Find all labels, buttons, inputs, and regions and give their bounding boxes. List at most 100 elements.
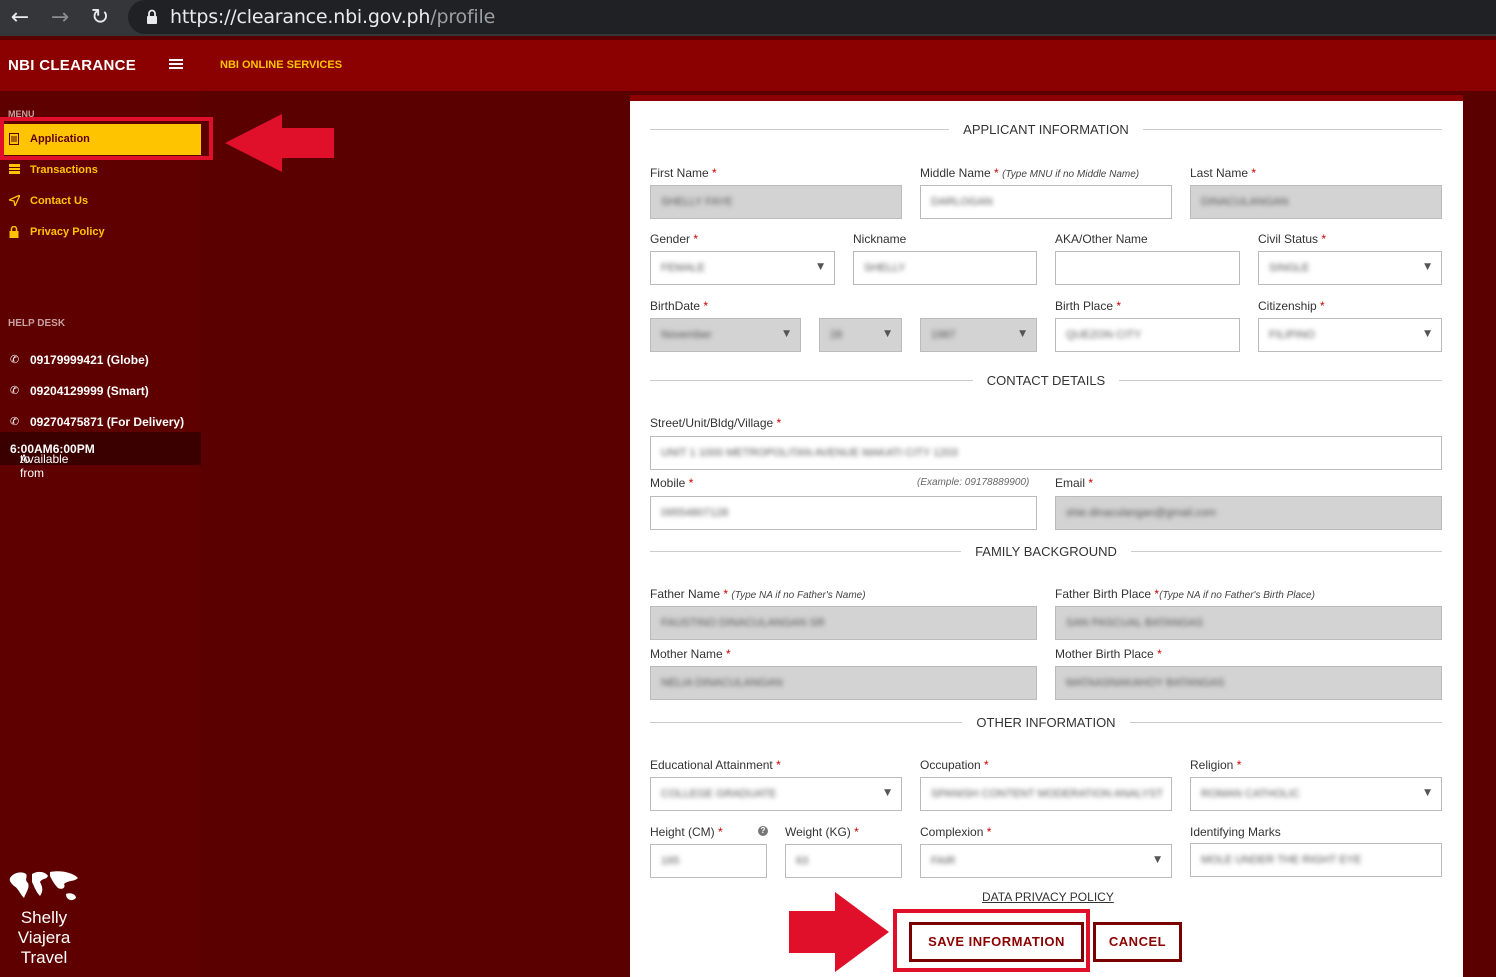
occupation-label: Occupation * [920, 758, 989, 772]
sidebar: MENU Application Transactions Contact Us… [0, 91, 201, 977]
chevron-down-icon: ▼ [783, 329, 790, 339]
brand-title: NBI CLEARANCE [8, 57, 137, 74]
occupation-field[interactable]: SPANISH CONTENT MODERATION ANALYST [920, 777, 1172, 811]
hamburger-menu-icon[interactable] [169, 59, 183, 70]
education-label: Educational Attainment * [650, 758, 781, 772]
chevron-down-icon: ▼ [817, 262, 824, 272]
civil-status-select[interactable]: SINGLE ▼ [1258, 251, 1442, 285]
help-desk-title: HELP DESK [8, 318, 66, 329]
availability-box: Available from 6:00AM to 6:00PM [0, 432, 201, 480]
last-name-label: Last Name * [1190, 166, 1257, 180]
weight-field[interactable]: 63 [785, 844, 902, 878]
forward-arrow-icon[interactable]: → [46, 4, 74, 32]
middle-name-field[interactable]: DARLOGAN [920, 185, 1172, 219]
birth-month-select[interactable]: November ▼ [650, 318, 801, 352]
section-other-information: OTHER INFORMATION [650, 713, 1442, 733]
father-birth-place-label: Father Birth Place *(Type NA if no Fathe… [1055, 587, 1315, 601]
nbi-online-services-link[interactable]: NBI ONLINE SERVICES [220, 59, 342, 71]
weight-label: Weight (KG) * [785, 825, 859, 839]
chevron-down-icon: ▼ [1424, 329, 1431, 339]
email-label: Email * [1055, 476, 1094, 490]
phone-label: 09179999421 (Globe) [30, 353, 149, 367]
birth-place-label: Birth Place * [1055, 299, 1122, 313]
data-privacy-policy-link[interactable]: DATA PRIVACY POLICY [982, 890, 1114, 904]
identifying-marks-field[interactable]: MOLE UNDER THE RIGHT EYE [1190, 843, 1442, 877]
section-contact-details: CONTACT DETAILS [650, 371, 1442, 391]
gender-label: Gender * [650, 232, 699, 246]
middle-name-label: Middle Name * (Type MNU if no Middle Nam… [920, 166, 1140, 180]
citizenship-select[interactable]: FILIPINO ▼ [1258, 318, 1442, 352]
top-header: NBI ONLINE SERVICES [201, 40, 1496, 91]
height-label: Height (CM) * [650, 825, 723, 839]
annotation-highlight-box [0, 117, 213, 160]
phone-smart[interactable]: ✆ 09204129999 (Smart) [0, 375, 201, 406]
cancel-button[interactable]: CANCEL [1093, 922, 1182, 962]
question-icon[interactable]: ? [758, 826, 768, 836]
section-family-background: FAMILY BACKGROUND [650, 542, 1442, 562]
chevron-down-icon: ▼ [884, 788, 891, 798]
sidebar-item-label: Contact Us [30, 195, 89, 207]
religion-select[interactable]: ROMAN CATHOLIC ▼ [1190, 777, 1442, 811]
chevron-down-icon: ▼ [1154, 855, 1161, 865]
sidebar-item-label: Privacy Policy [30, 226, 105, 238]
list-icon [9, 164, 21, 176]
phone-label: 09204129999 (Smart) [30, 384, 149, 398]
section-applicant-information: APPLICANT INFORMATION [650, 120, 1442, 140]
birthdate-label: BirthDate * [650, 299, 709, 313]
lock-icon [147, 9, 157, 24]
brand-box: NBI CLEARANCE [0, 40, 201, 91]
email-field[interactable]: shie.dinaculangan@gmail.com [1055, 496, 1442, 530]
father-name-label: Father Name * (Type NA if no Father's Na… [650, 587, 866, 601]
complexion-select[interactable]: FAIR ▼ [920, 844, 1172, 878]
birth-place-field[interactable]: QUEZON CITY [1055, 318, 1240, 352]
phone-icon: ✆ [10, 353, 20, 366]
watermark-text: Shelly Viajera Travel [17, 908, 71, 967]
birth-day-select[interactable]: 28 ▼ [819, 318, 902, 352]
citizenship-label: Citizenship * [1258, 299, 1325, 313]
father-birth-place-field[interactable]: SAN PASCUAL BATANGAS [1055, 606, 1442, 640]
first-name-field[interactable]: SHELLY FAYE [650, 185, 902, 219]
chevron-down-icon: ▼ [1019, 329, 1026, 339]
browser-toolbar: ← → ↻ https://clearance.nbi.gov.ph/profi… [0, 0, 1496, 36]
mobile-field[interactable]: 09554807128 [650, 496, 1037, 530]
birth-year-select[interactable]: 1987 ▼ [920, 318, 1037, 352]
url-text[interactable]: https://clearance.nbi.gov.ph/profile [170, 6, 495, 28]
complexion-label: Complexion * [920, 825, 992, 839]
street-label: Street/Unit/Bldg/Village * [650, 416, 782, 430]
nickname-field[interactable]: SHELLY [853, 251, 1037, 285]
mother-name-field[interactable]: NELIA DINACULANGAN [650, 666, 1037, 700]
education-select[interactable]: COLLEGE GRADUATE ▼ [650, 777, 902, 811]
availability-text: Available from 6:00AM to 6:00PM [10, 442, 95, 480]
first-name-label: First Name * [650, 166, 717, 180]
identifying-marks-label: Identifying Marks [1190, 825, 1281, 839]
height-field[interactable]: 165 [650, 844, 767, 878]
reload-icon[interactable]: ↻ [86, 4, 114, 32]
annotation-arrow-right [789, 892, 889, 972]
civil-status-label: Civil Status * [1258, 232, 1327, 246]
sidebar-item-contact-us[interactable]: Contact Us [0, 186, 201, 217]
mobile-example-hint: (Example: 09178889900) [917, 477, 1030, 488]
gender-select[interactable]: FEMALE ▼ [650, 251, 835, 285]
father-name-field[interactable]: FAUSTINO DINACULANGAN SR [650, 606, 1037, 640]
aka-field[interactable] [1055, 251, 1240, 285]
aka-label: AKA/Other Name [1055, 232, 1148, 246]
last-name-field[interactable]: DINACULANGAN [1190, 185, 1442, 219]
sidebar-item-privacy-policy[interactable]: Privacy Policy [0, 217, 201, 248]
send-icon [6, 193, 22, 209]
mother-birth-place-label: Mother Birth Place * [1055, 647, 1162, 661]
sidebar-item-label: Transactions [30, 164, 98, 176]
phone-globe[interactable]: ✆ 09179999421 (Globe) [0, 344, 201, 375]
back-arrow-icon[interactable]: ← [6, 4, 34, 32]
phone-icon: ✆ [10, 384, 20, 397]
mother-name-label: Mother Name * [650, 647, 731, 661]
street-field[interactable]: UNIT 1 1000 METROPOLITAN AVENUE MAKATI C… [650, 436, 1442, 470]
lock-icon [9, 225, 21, 238]
mobile-label: Mobile * [650, 476, 694, 490]
chevron-down-icon: ▼ [884, 329, 891, 339]
mother-birth-place-field[interactable]: MATAASNAKAHOY BATANGAS [1055, 666, 1442, 700]
chevron-down-icon: ▼ [1424, 262, 1431, 272]
world-map-logo-icon [9, 871, 78, 901]
phone-icon: ✆ [10, 415, 20, 428]
save-information-button[interactable]: SAVE INFORMATION [909, 922, 1084, 962]
religion-label: Religion * [1190, 758, 1242, 772]
